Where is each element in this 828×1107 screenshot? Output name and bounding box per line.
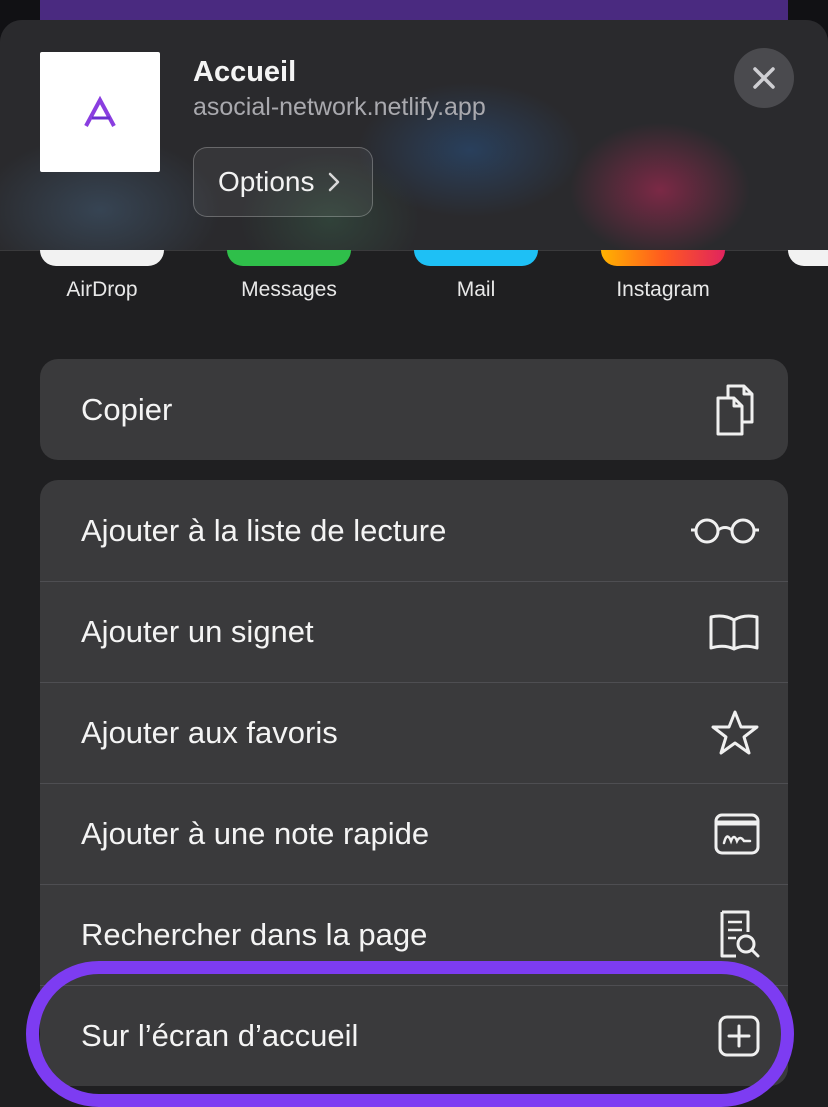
quick-note-icon (714, 813, 760, 855)
options-button[interactable]: Options (193, 147, 373, 217)
share-sheet-header: Accueil asocial-network.netlify.app Opti… (0, 20, 828, 251)
action-label: Ajouter un signet (81, 614, 314, 649)
action-label: Rechercher dans la page (81, 917, 428, 952)
actions-card-copy: Copier (40, 359, 788, 460)
action-bookmark[interactable]: Ajouter un signet (40, 581, 788, 682)
close-button[interactable] (734, 48, 794, 108)
action-quick-note[interactable]: Ajouter à une note rapide (40, 783, 788, 884)
mail-icon (414, 250, 538, 266)
page-title: Accueil (193, 56, 297, 88)
action-label: Copier (81, 391, 173, 427)
instagram-icon (601, 250, 725, 266)
action-label: Ajouter aux favoris (81, 715, 338, 750)
app-label: Mail (456, 278, 496, 301)
glasses-icon (690, 516, 760, 546)
action-copy[interactable]: Copier (40, 359, 788, 460)
close-icon (753, 67, 775, 89)
actions-card-main: Ajouter à la liste de lecture Ajouter un… (40, 480, 788, 1086)
chevron-right-icon (328, 172, 339, 192)
action-reading-list[interactable]: Ajouter à la liste de lecture (40, 480, 788, 581)
app-label: Messages (241, 278, 337, 301)
page-url: asocial-network.netlify.app (193, 93, 486, 121)
add-square-icon (718, 1015, 760, 1057)
airdrop-icon (40, 250, 164, 266)
star-icon (710, 709, 760, 757)
site-logo-icon (84, 95, 116, 127)
app-label: Instagram (616, 278, 710, 301)
page-thumbnail (40, 52, 160, 172)
apps-row: AirDrop Messages Mail Instagram N (0, 250, 828, 320)
copy-icon (712, 382, 760, 438)
app-label: N (748, 278, 828, 302)
book-icon (708, 612, 760, 652)
share-sheet: Accueil asocial-network.netlify.app Opti… (0, 20, 828, 1107)
messages-icon (227, 250, 351, 266)
options-label: Options (218, 166, 315, 197)
find-in-page-icon (718, 910, 760, 960)
app-partial-icon (788, 250, 828, 266)
action-label: Ajouter à une note rapide (81, 816, 430, 851)
action-favorites[interactable]: Ajouter aux favoris (40, 682, 788, 783)
action-find-in-page[interactable]: Rechercher dans la page (40, 884, 788, 985)
action-label: Ajouter à la liste de lecture (81, 512, 447, 548)
app-label: AirDrop (66, 278, 138, 301)
action-add-to-home-screen[interactable]: Sur l’écran d’accueil (40, 985, 788, 1086)
action-label: Sur l’écran d’accueil (81, 1018, 359, 1053)
